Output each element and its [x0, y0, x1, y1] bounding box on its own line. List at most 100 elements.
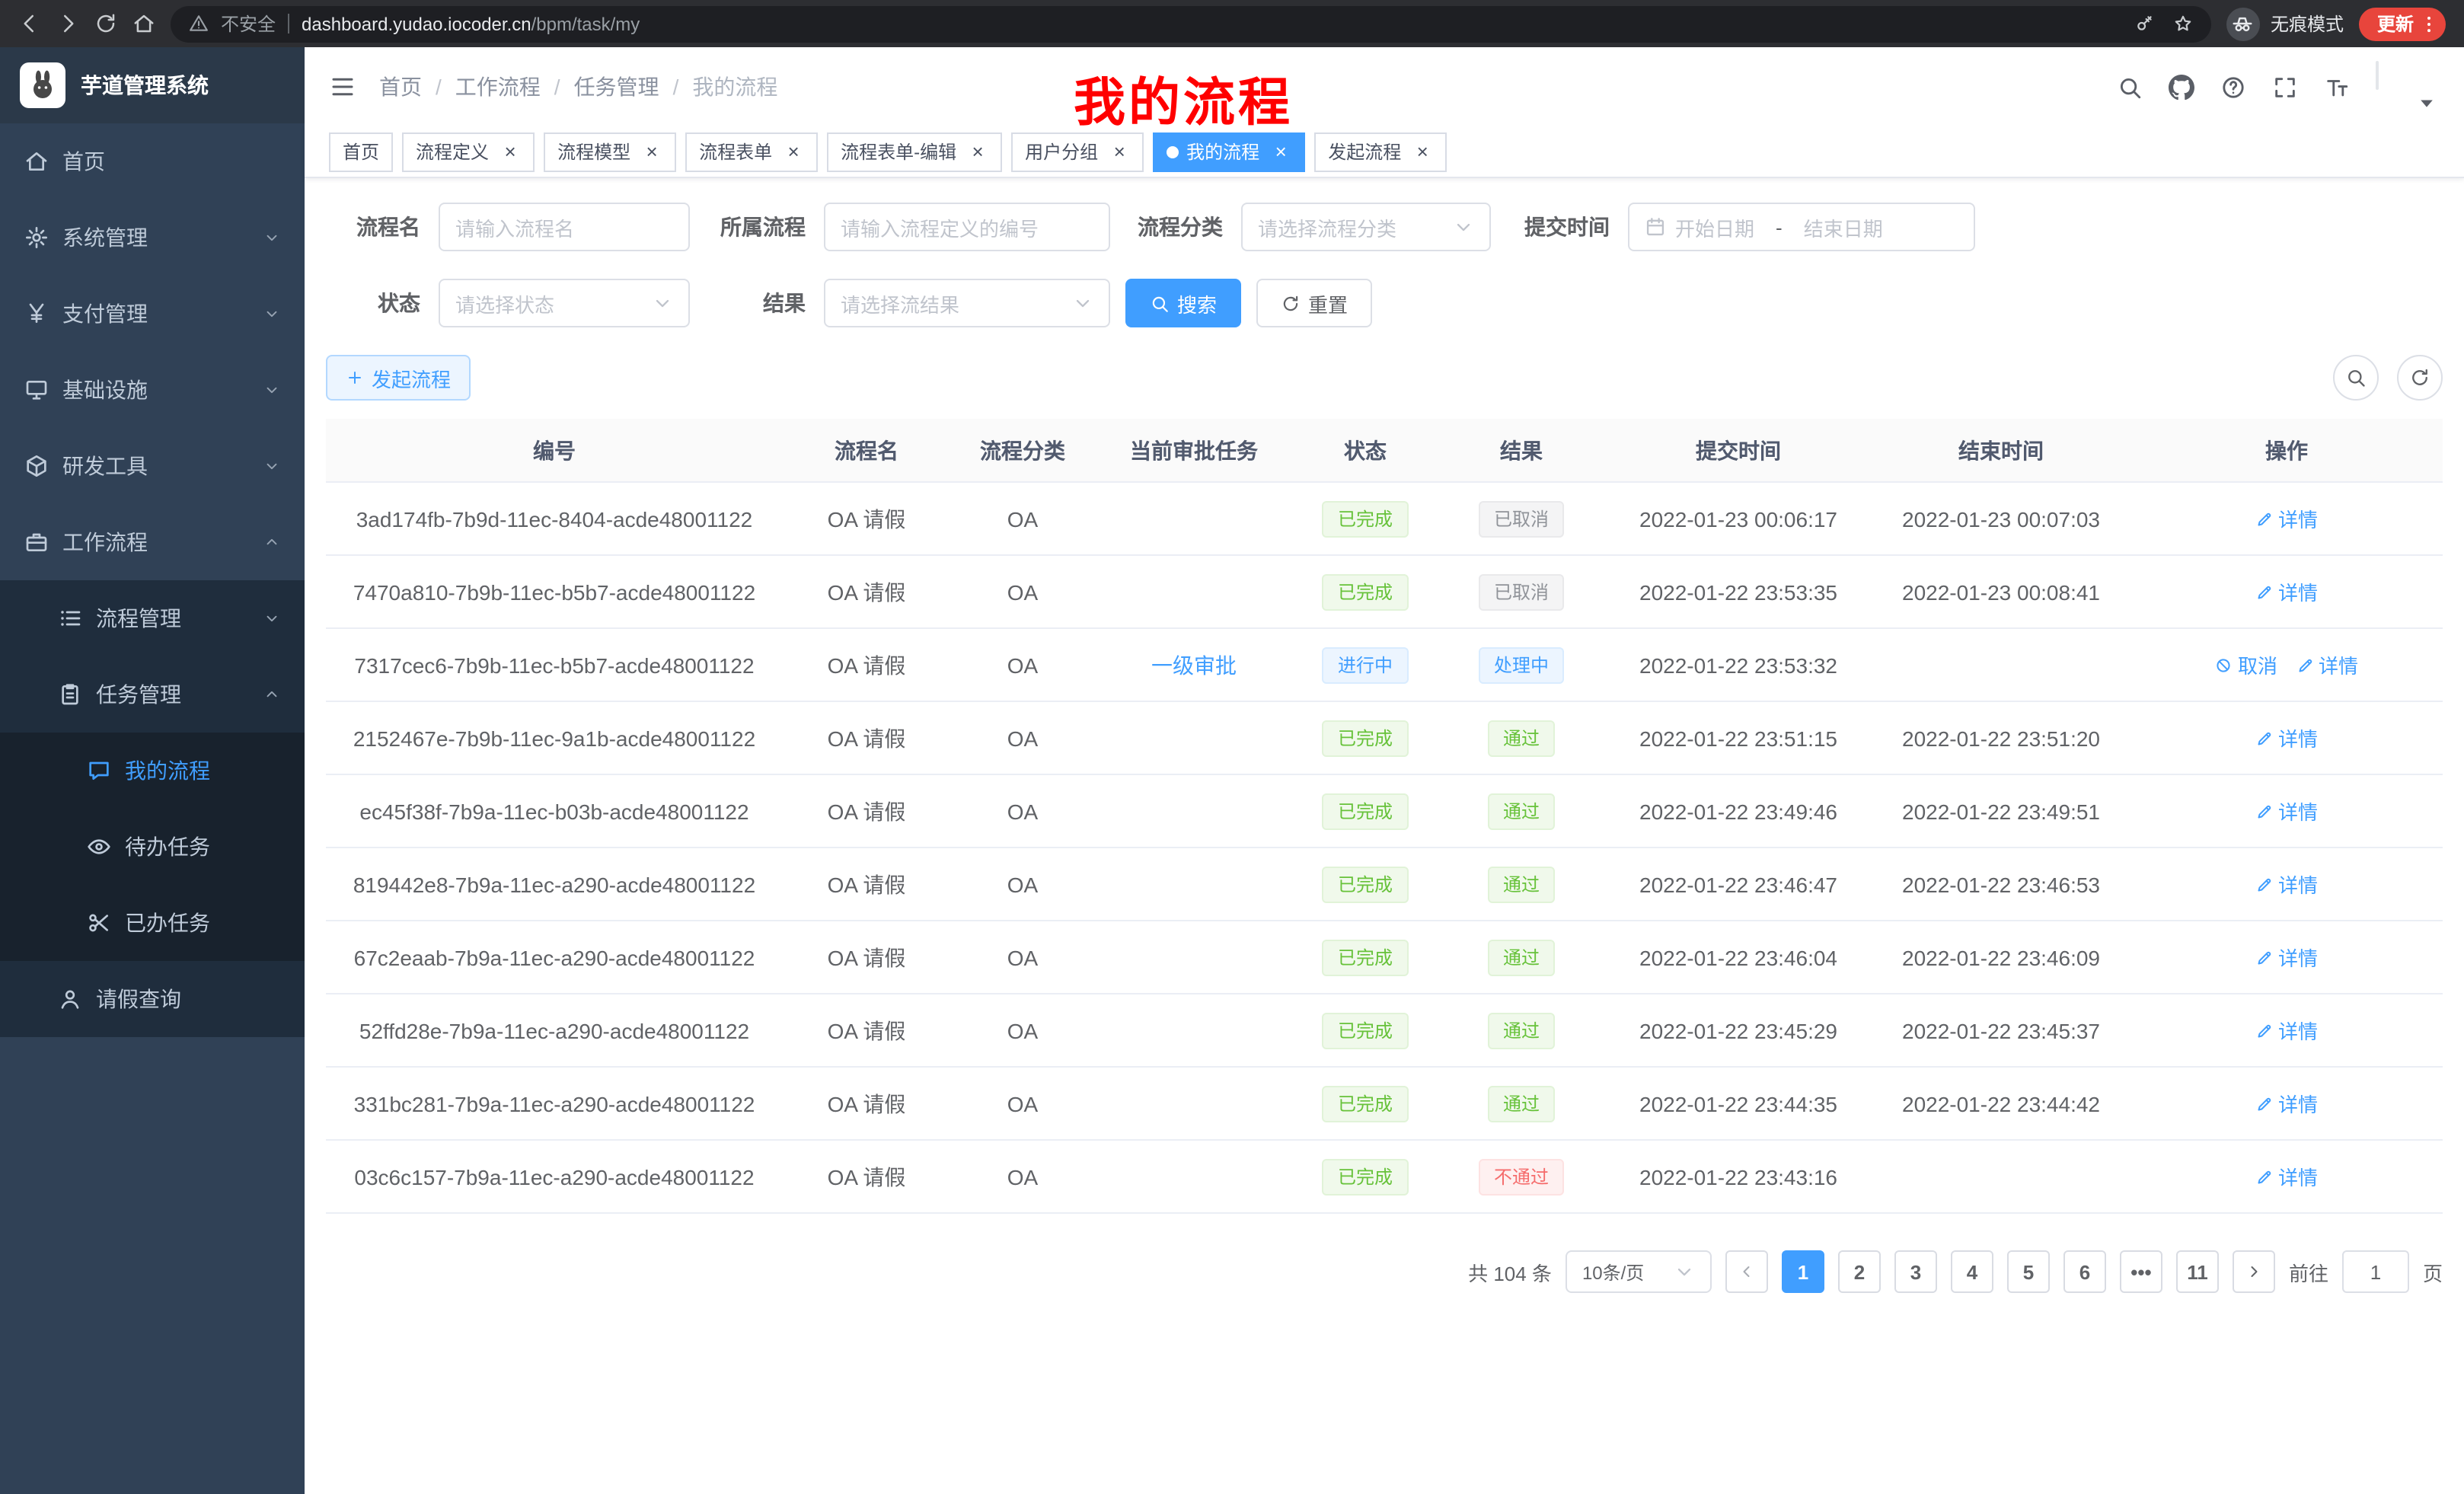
sidebar-item-7[interactable]: 流程管理	[0, 580, 305, 656]
status-badge: 已完成	[1323, 1085, 1408, 1122]
create-process-button[interactable]: 发起流程	[326, 355, 471, 401]
tab-8[interactable]: 发起流程×	[1314, 132, 1447, 171]
result-select[interactable]: 请选择流结果	[824, 279, 1110, 327]
reset-button[interactable]: 重置	[1256, 279, 1372, 327]
toggle-search-button[interactable]	[2333, 355, 2379, 401]
tab-2[interactable]: 流程定义×	[402, 132, 535, 171]
column-header: 状态	[1293, 435, 1438, 465]
process-category: OA	[1007, 872, 1038, 896]
sidebar-item-11[interactable]: 已办任务	[0, 885, 305, 961]
page-button-4[interactable]: 4	[1951, 1250, 1993, 1293]
close-icon[interactable]: ×	[1270, 141, 1291, 162]
bookmark-star-icon[interactable]	[2173, 14, 2193, 34]
detail-link[interactable]: 详情	[2255, 723, 2318, 752]
browser-reload-icon[interactable]	[94, 12, 117, 35]
date-range-separator: -	[1763, 215, 1795, 238]
tab-5[interactable]: 流程表单-编辑×	[827, 132, 1002, 171]
page-size-select[interactable]: 10条/页	[1566, 1250, 1712, 1293]
close-icon[interactable]: ×	[967, 141, 988, 162]
status-select[interactable]: 请选择状态	[439, 279, 690, 327]
detail-icon	[2255, 875, 2274, 893]
address-bar[interactable]: 不安全 dashboard.yudao.iocoder.cn/bpm/task/…	[171, 5, 2211, 42]
page-button-6[interactable]: 6	[2063, 1250, 2106, 1293]
date-range-picker[interactable]: 开始日期 - 结束日期	[1628, 203, 1975, 251]
tab-6[interactable]: 用户分组×	[1011, 132, 1144, 171]
detail-icon	[2296, 656, 2314, 674]
chevron-up-icon	[263, 534, 280, 551]
sidebar-item-12[interactable]: 请假查询	[0, 961, 305, 1037]
process-table: 编号流程名流程分类当前审批任务状态结果提交时间结束时间操作 3ad174fb-7…	[326, 419, 2443, 1214]
browser-forward-icon[interactable]	[56, 12, 79, 35]
close-icon[interactable]: ×	[641, 141, 662, 162]
logo[interactable]: 芋道管理系统	[0, 47, 305, 123]
page-button-3[interactable]: 3	[1894, 1250, 1937, 1293]
page-button-11[interactable]: 11	[2176, 1250, 2219, 1293]
update-button[interactable]: 更新	[2359, 7, 2446, 40]
tab-7[interactable]: 我的流程×	[1153, 132, 1305, 171]
browser-menu-icon[interactable]	[2418, 13, 2440, 34]
column-header: 结果	[1438, 435, 1605, 465]
sidebar-item-6[interactable]: 工作流程	[0, 504, 305, 580]
table-row: 819442e8-7b9a-11ec-a290-acde48001122OA 请…	[326, 848, 2443, 921]
sidebar-item-1[interactable]: 首页	[0, 123, 305, 200]
github-icon[interactable]	[2169, 74, 2194, 100]
detail-link[interactable]: 详情	[2255, 943, 2318, 972]
breadcrumb-item[interactable]: 首页	[379, 72, 422, 102]
header-search-icon[interactable]	[2117, 74, 2143, 100]
detail-icon	[2255, 509, 2274, 528]
detail-link[interactable]: 详情	[2255, 870, 2318, 899]
page-button-2[interactable]: 2	[1838, 1250, 1881, 1293]
next-page-button[interactable]	[2233, 1250, 2275, 1293]
sidebar-item-9[interactable]: 我的流程	[0, 733, 305, 809]
breadcrumb-item[interactable]: 工作流程	[455, 72, 541, 102]
detail-link[interactable]: 详情	[2296, 650, 2358, 679]
process-name-input[interactable]: 请输入流程名	[439, 203, 690, 251]
goto-page-input[interactable]: 1	[2342, 1250, 2409, 1293]
avatar[interactable]	[2376, 61, 2379, 90]
page-button-5[interactable]: 5	[2007, 1250, 2050, 1293]
font-size-icon[interactable]	[2324, 74, 2350, 100]
sidebar-item-label: 流程管理	[96, 603, 181, 634]
more-pages-button[interactable]: •••	[2120, 1250, 2162, 1293]
sidebar-item-3[interactable]: 支付管理	[0, 276, 305, 352]
tab-4[interactable]: 流程表单×	[685, 132, 818, 171]
user-menu[interactable]	[2376, 62, 2440, 111]
prev-page-button[interactable]	[1725, 1250, 1768, 1293]
close-icon[interactable]: ×	[500, 141, 521, 162]
detail-link[interactable]: 详情	[2255, 796, 2318, 825]
calendar-icon	[1645, 216, 1666, 238]
tab-1[interactable]: 首页	[329, 132, 393, 171]
detail-link[interactable]: 详情	[2255, 504, 2318, 533]
current-task-link[interactable]: 一级审批	[1151, 653, 1237, 677]
password-key-icon[interactable]	[2135, 14, 2155, 34]
page-button-1[interactable]: 1	[1782, 1250, 1824, 1293]
breadcrumb-item[interactable]: 任务管理	[574, 72, 659, 102]
detail-link[interactable]: 详情	[2255, 577, 2318, 606]
detail-link[interactable]: 详情	[2255, 1162, 2318, 1191]
detail-link[interactable]: 详情	[2255, 1089, 2318, 1118]
close-icon[interactable]: ×	[1109, 141, 1130, 162]
tab-3[interactable]: 流程模型×	[544, 132, 676, 171]
hamburger-icon[interactable]	[329, 73, 356, 101]
filter-label-status: 状态	[326, 288, 420, 318]
fullscreen-icon[interactable]	[2272, 74, 2298, 100]
sidebar-item-5[interactable]: 研发工具	[0, 428, 305, 504]
sidebar-item-10[interactable]: 待办任务	[0, 809, 305, 885]
category-select[interactable]: 请选择流程分类	[1241, 203, 1491, 251]
row-actions: 详情	[2255, 1089, 2318, 1118]
refresh-table-button[interactable]	[2397, 355, 2443, 401]
filter-label-result: 结果	[702, 288, 806, 318]
close-icon[interactable]: ×	[783, 141, 804, 162]
sidebar-item-4[interactable]: 基础设施	[0, 352, 305, 428]
detail-icon	[2255, 1094, 2274, 1113]
close-icon[interactable]: ×	[1412, 141, 1433, 162]
process-definition-input[interactable]: 请输入流程定义的编号	[824, 203, 1110, 251]
help-icon[interactable]	[2220, 74, 2246, 100]
sidebar-item-2[interactable]: 系统管理	[0, 200, 305, 276]
browser-back-icon[interactable]	[18, 12, 41, 35]
browser-home-icon[interactable]	[132, 12, 155, 35]
detail-link[interactable]: 详情	[2255, 1016, 2318, 1045]
cancel-link[interactable]: 取消	[2215, 650, 2277, 679]
sidebar-item-8[interactable]: 任务管理	[0, 656, 305, 733]
search-button[interactable]: 搜索	[1125, 279, 1241, 327]
